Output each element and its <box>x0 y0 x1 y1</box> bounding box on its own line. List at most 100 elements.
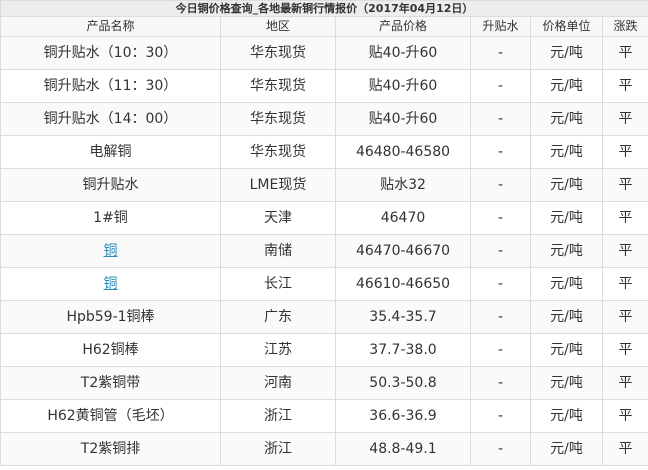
cell-change: 平 <box>601 102 648 136</box>
cell-price-unit: 元/吨 <box>530 234 603 268</box>
header-price-unit: 价格单位 <box>530 16 603 37</box>
cell-product-price: 贴水32 <box>335 168 471 202</box>
cell-product-price: 50.3-50.8 <box>335 366 471 400</box>
table-row: 铜升贴水（14：00） 华东现货 贴40-升60- 元/吨平 <box>0 102 648 136</box>
cell-product-name: 铜升贴水（10：30） <box>0 36 221 70</box>
cell-premium: - <box>470 201 531 235</box>
cell-product-price: 46610-46650 <box>335 267 471 301</box>
cell-price-unit: 元/吨 <box>530 69 603 103</box>
cell-region: 华东现货 <box>220 36 336 70</box>
cell-price-unit: 元/吨 <box>530 432 603 466</box>
table-row: 铜 南储 46470-46670- 元/吨平 <box>0 234 648 268</box>
cell-price-unit: 元/吨 <box>530 36 603 70</box>
table-row: T2紫铜带 河南 50.3-50.8- 元/吨平 <box>0 366 648 400</box>
cell-price-unit: 元/吨 <box>530 267 603 301</box>
cell-region: 华东现货 <box>220 102 336 136</box>
cell-region: 浙江 <box>220 399 336 433</box>
cell-premium: - <box>470 333 531 367</box>
cell-price-unit: 元/吨 <box>530 399 603 433</box>
table-row: 电解铜 华东现货 46480-46580- 元/吨平 <box>0 135 648 169</box>
product-link[interactable]: 铜 <box>104 243 118 259</box>
cell-product-name: 铜 <box>0 267 221 301</box>
cell-product-price: 46470 <box>335 201 471 235</box>
cell-change: 平 <box>601 36 648 70</box>
table-row: H62黄铜管（毛坯） 浙江 36.6-36.9- 元/吨平 <box>0 399 648 433</box>
cell-product-name: 电解铜 <box>0 135 221 169</box>
cell-product-name: Hpb59-1铜棒 <box>0 300 221 334</box>
cell-product-price: 36.6-36.9 <box>335 399 471 433</box>
cell-product-name: 铜升贴水 <box>0 168 221 202</box>
header-region: 地区 <box>220 16 336 37</box>
cell-region: 华东现货 <box>220 69 336 103</box>
cell-price-unit: 元/吨 <box>530 201 603 235</box>
cell-change: 平 <box>601 432 648 466</box>
cell-product-price: 贴40-升60 <box>335 102 471 136</box>
cell-change: 平 <box>601 366 648 400</box>
cell-premium: - <box>470 432 531 466</box>
header-product-price: 产品价格 <box>335 16 471 37</box>
cell-premium: - <box>470 366 531 400</box>
table-row: 铜升贴水 LME现货 贴水32- 元/吨平 <box>0 168 648 202</box>
cell-region: 天津 <box>220 201 336 235</box>
table-row: T2紫铜排 浙江 48.8-49.1- 元/吨平 <box>0 432 648 466</box>
cell-product-name: H62铜棒 <box>0 333 221 367</box>
table-row: Hpb59-1铜棒 广东 35.4-35.7- 元/吨平 <box>0 300 648 334</box>
cell-region: 华东现货 <box>220 135 336 169</box>
cell-price-unit: 元/吨 <box>530 135 603 169</box>
table-row: 铜升贴水（11：30） 华东现货 贴40-升60- 元/吨平 <box>0 69 648 103</box>
cell-price-unit: 元/吨 <box>530 300 603 334</box>
table-row: 1#铜 天津 46470- 元/吨平 <box>0 201 648 235</box>
cell-premium: - <box>470 168 531 202</box>
cell-change: 平 <box>601 300 648 334</box>
cell-price-unit: 元/吨 <box>530 102 603 136</box>
cell-product-name: T2紫铜排 <box>0 432 221 466</box>
cell-change: 平 <box>601 135 648 169</box>
cell-change: 平 <box>601 201 648 235</box>
cell-product-name: T2紫铜带 <box>0 366 221 400</box>
cell-premium: - <box>470 36 531 70</box>
cell-product-price: 46480-46580 <box>335 135 471 169</box>
cell-price-unit: 元/吨 <box>530 168 603 202</box>
cell-region: 广东 <box>220 300 336 334</box>
cell-change: 平 <box>601 234 648 268</box>
cell-product-price: 48.8-49.1 <box>335 432 471 466</box>
table-title: 今日铜价格查询_各地最新铜行情报价（2017年04月12日） <box>0 0 648 17</box>
cell-product-name: 1#铜 <box>0 201 221 235</box>
cell-change: 平 <box>601 69 648 103</box>
cell-product-price: 37.7-38.0 <box>335 333 471 367</box>
header-premium: 升贴水 <box>470 16 531 37</box>
cell-region: 浙江 <box>220 432 336 466</box>
cell-region: 长江 <box>220 267 336 301</box>
cell-product-name: 铜 <box>0 234 221 268</box>
product-link[interactable]: 铜 <box>104 276 118 292</box>
cell-region: 江苏 <box>220 333 336 367</box>
cell-change: 平 <box>601 399 648 433</box>
cell-region: 南储 <box>220 234 336 268</box>
cell-product-price: 贴40-升60 <box>335 69 471 103</box>
cell-price-unit: 元/吨 <box>530 333 603 367</box>
cell-premium: - <box>470 300 531 334</box>
cell-product-name: 铜升贴水（11：30） <box>0 69 221 103</box>
cell-change: 平 <box>601 267 648 301</box>
table-title-row: 今日铜价格查询_各地最新铜行情报价（2017年04月12日） <box>0 0 648 17</box>
table-row: H62铜棒 江苏 37.7-38.0- 元/吨平 <box>0 333 648 367</box>
cell-premium: - <box>470 399 531 433</box>
cell-product-price: 46470-46670 <box>335 234 471 268</box>
cell-premium: - <box>470 267 531 301</box>
cell-premium: - <box>470 234 531 268</box>
cell-product-name: 铜升贴水（14：00） <box>0 102 221 136</box>
table-row: 铜升贴水（10：30） 华东现货 贴40-升60- 元/吨平 <box>0 36 648 70</box>
cell-price-unit: 元/吨 <box>530 366 603 400</box>
cell-product-price: 35.4-35.7 <box>335 300 471 334</box>
cell-premium: - <box>470 135 531 169</box>
cell-region: LME现货 <box>220 168 336 202</box>
copper-price-table: 今日铜价格查询_各地最新铜行情报价（2017年04月12日） 产品名称 地区 产… <box>0 0 648 466</box>
cell-product-price: 贴40-升60 <box>335 36 471 70</box>
header-change: 涨跌 <box>601 16 648 37</box>
cell-region: 河南 <box>220 366 336 400</box>
cell-premium: - <box>470 102 531 136</box>
header-product-name: 产品名称 <box>0 16 221 37</box>
cell-change: 平 <box>601 333 648 367</box>
table-row: 铜 长江 46610-46650- 元/吨平 <box>0 267 648 301</box>
cell-premium: - <box>470 69 531 103</box>
